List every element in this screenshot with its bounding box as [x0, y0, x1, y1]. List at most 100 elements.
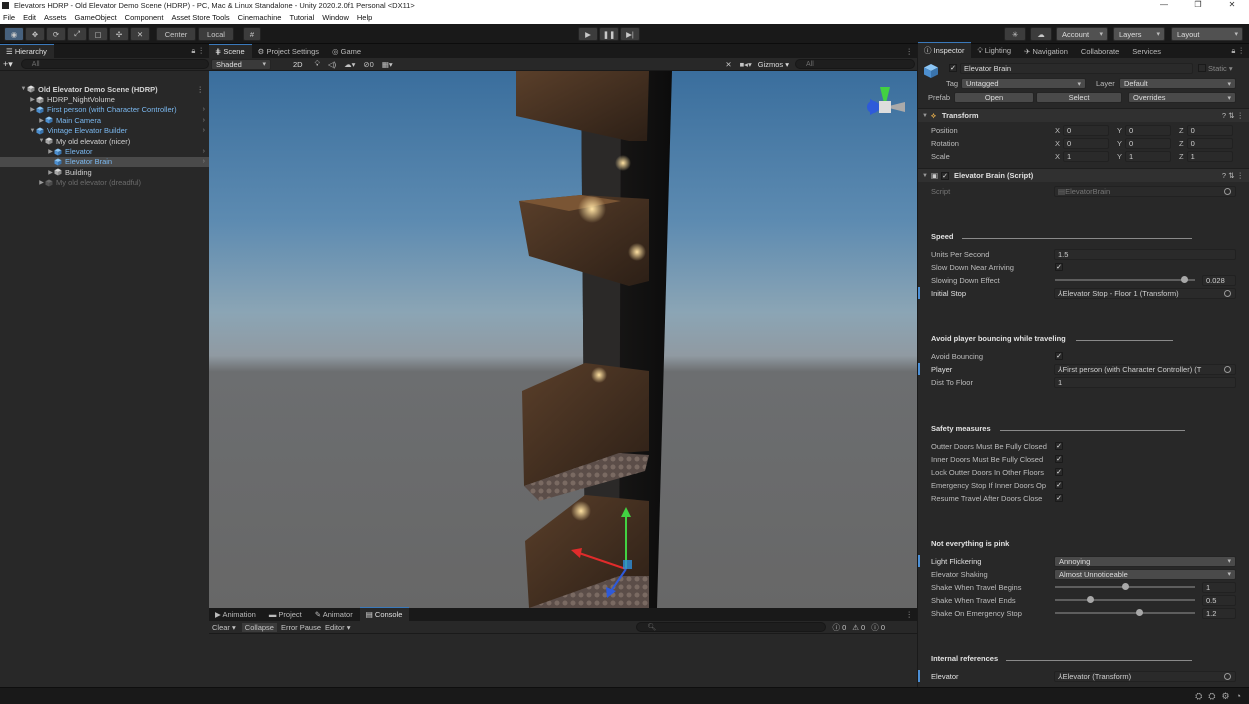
menu-asset-store-tools[interactable]: Asset Store Tools — [171, 13, 229, 22]
slowing-effect-knob[interactable] — [1180, 276, 1188, 283]
shake-end-knob[interactable] — [1087, 596, 1094, 603]
prefab-select-button[interactable]: Select — [1036, 92, 1122, 103]
pause-button-icon[interactable]: ❚❚ — [599, 27, 619, 41]
script-component-header[interactable]: ▼ ▣ ✓ Elevator Brain (Script) ? ⇅ ⋮ — [918, 168, 1249, 182]
position-z-field[interactable]: Z0 — [1179, 124, 1233, 136]
console-info-toggle[interactable]: ⓘ 0 — [832, 622, 846, 633]
shake-begin-knob[interactable] — [1122, 583, 1129, 590]
player-picker-icon[interactable] — [1224, 365, 1231, 373]
tab-game[interactable]: ◎ Game — [326, 45, 368, 58]
expand-arrow-right-icon[interactable]: ▶ — [47, 169, 54, 176]
shading-mode-dropdown[interactable]: Shaded — [211, 58, 271, 70]
safety-checkbox[interactable]: ✓ — [1055, 455, 1063, 463]
initial-stop-picker-icon[interactable] — [1224, 289, 1231, 297]
slowing-effect-slider[interactable] — [1055, 276, 1195, 283]
console-error-toggle[interactable]: ⓘ 0 — [871, 622, 885, 633]
open-prefab-arrow-icon[interactable]: › — [203, 158, 205, 165]
console-editor-dropdown[interactable]: Editor ▾ — [325, 623, 350, 632]
rotate-tool-icon[interactable]: ⟳ — [46, 27, 66, 41]
play-button-icon[interactable]: ▶ — [578, 27, 598, 41]
script-enabled-checkbox[interactable]: ✓ — [941, 171, 950, 180]
snap-grid-icon[interactable]: # — [243, 27, 261, 41]
custom-tool-icon[interactable]: ✕ — [130, 27, 150, 41]
expand-arrow-right-icon[interactable]: ▶ — [29, 106, 36, 113]
step-button-icon[interactable]: ▶| — [620, 27, 640, 41]
expand-arrow-right-icon[interactable]: ▶ — [29, 96, 36, 103]
open-prefab-arrow-icon[interactable]: › — [203, 117, 205, 124]
console-clear-button[interactable]: Clear ▾ — [212, 623, 236, 632]
open-prefab-arrow-icon[interactable]: › — [203, 148, 205, 155]
tab-inspector[interactable]: ⓘ Inspector — [918, 42, 972, 58]
rotation-y-field[interactable]: Y0 — [1117, 137, 1172, 149]
prefab-open-button[interactable]: Open — [954, 92, 1034, 103]
transform-tool-icon[interactable]: ✣ — [109, 27, 129, 41]
auto-generate-lighting-icon[interactable]: ⛭ — [1195, 691, 1202, 702]
menu-tutorial[interactable]: Tutorial — [289, 13, 314, 22]
inspector-lock-icon[interactable]: 🔒︎ ⋮ — [1227, 46, 1249, 58]
position-y-field[interactable]: Y0 — [1117, 124, 1172, 136]
hierarchy-item[interactable]: ▼ My old elevator (nicer) — [0, 136, 209, 146]
console-search-input[interactable]: 🔍︎ — [636, 622, 827, 632]
tab-collaborate[interactable]: Collaborate — [1075, 45, 1126, 58]
elevator-ref-field[interactable]: ⅄ Elevator (Transform) — [1054, 670, 1236, 682]
pivot-center-button[interactable]: Center — [156, 27, 196, 41]
layers-dropdown[interactable]: Layers — [1113, 27, 1165, 41]
script-foldout-icon[interactable]: ▼ — [922, 173, 928, 179]
expand-arrow-right-icon[interactable]: ▶ — [47, 148, 54, 155]
layout-dropdown[interactable]: Layout — [1171, 27, 1243, 41]
hierarchy-item[interactable]: ▶ HDRP_NightVolume — [0, 94, 209, 104]
transform-help-icon[interactable]: ? ⇅ ⋮ — [1222, 111, 1244, 120]
gizmos-dropdown[interactable]: Gizmos ▾ — [758, 60, 789, 69]
minimize-icon[interactable]: — — [1147, 0, 1181, 9]
cloud-icon[interactable]: ☁ — [1030, 27, 1052, 41]
static-checkbox[interactable] — [1198, 64, 1206, 72]
grid-toggle-icon[interactable]: ▦▾ — [382, 60, 393, 69]
tab-navigation[interactable]: ✈ Navigation — [1018, 45, 1075, 58]
tab-services[interactable]: Services — [1126, 45, 1168, 58]
collab-status-icon[interactable]: ⛭ — [1208, 691, 1215, 702]
menu-window[interactable]: Window — [322, 13, 349, 22]
shake-begin-slider[interactable] — [1055, 583, 1195, 590]
shake-begin-field[interactable]: 1 — [1202, 581, 1236, 593]
audio-toggle-icon[interactable]: ◁) — [328, 60, 336, 69]
active-checkbox[interactable]: ✓ — [949, 64, 957, 72]
menu-file[interactable]: File — [3, 13, 15, 22]
tab-project[interactable]: ▬ Project — [263, 608, 309, 621]
menu-assets[interactable]: Assets — [44, 13, 67, 22]
expand-arrow-down-icon[interactable]: ▼ — [20, 86, 27, 92]
player-field[interactable]: ⅄ First person (with Character Controlle… — [1054, 363, 1236, 375]
hierarchy-item[interactable]: Elevator Brain › — [0, 156, 209, 168]
close-icon[interactable]: ✕ — [1215, 0, 1249, 9]
rect-tool-icon[interactable]: ▢ — [88, 27, 108, 41]
initial-stop-field[interactable]: ⅄ Elevator Stop - Floor 1 (Transform) — [1054, 287, 1236, 299]
tab-project-settings[interactable]: ⚙ Project Settings — [252, 45, 326, 58]
mode-2d-toggle[interactable]: 2D — [293, 60, 303, 69]
scene-viewport[interactable] — [209, 71, 917, 608]
open-prefab-arrow-icon[interactable]: › — [203, 106, 205, 113]
shake-end-field[interactable]: 0.5 — [1202, 594, 1236, 606]
view-tool-eye-icon[interactable]: ◉ — [4, 27, 24, 41]
collab-icon[interactable]: ✳ — [1004, 27, 1026, 41]
units-per-second-field[interactable]: 1.5 — [1054, 248, 1236, 260]
tools-toggle-icon[interactable]: ✕ — [725, 60, 731, 69]
scene-menu-icon[interactable]: ⋮ — [902, 47, 918, 58]
tab-hierarchy[interactable]: ☰ Hierarchy — [0, 44, 54, 58]
hierarchy-item[interactable]: ▶ Building — [0, 167, 209, 177]
rotation-z-field[interactable]: Z0 — [1179, 137, 1233, 149]
prefab-overrides-dropdown[interactable]: Overrides — [1128, 92, 1236, 103]
script-help-icon[interactable]: ? ⇅ ⋮ — [1222, 171, 1244, 180]
console-error-pause-button[interactable]: Error Pause — [281, 623, 321, 632]
debug-mode-icon[interactable]: ⚙ — [1221, 691, 1229, 702]
shake-emergency-slider[interactable] — [1055, 609, 1195, 616]
tag-dropdown[interactable]: Untagged — [961, 78, 1086, 89]
expand-arrow-down-icon[interactable]: ▼ — [29, 128, 36, 134]
menu-cinemachine[interactable]: Cinemachine — [238, 13, 282, 22]
scene-menu-icon[interactable]: ⋮ — [197, 85, 205, 94]
static-dropdown[interactable]: Static ▾ — [1208, 64, 1233, 73]
tab-console[interactable]: ▤ Console — [359, 607, 410, 621]
hierarchy-item[interactable]: ▶ Main Camera › — [0, 115, 209, 125]
lighting-toggle-icon[interactable]: 💡︎ — [315, 59, 320, 69]
console-collapse-button[interactable]: Collapse — [241, 622, 277, 632]
slowing-effect-field[interactable]: 0.028 — [1202, 274, 1236, 286]
hierarchy-item[interactable]: ▶ My old elevator (dreadful) — [0, 178, 209, 188]
